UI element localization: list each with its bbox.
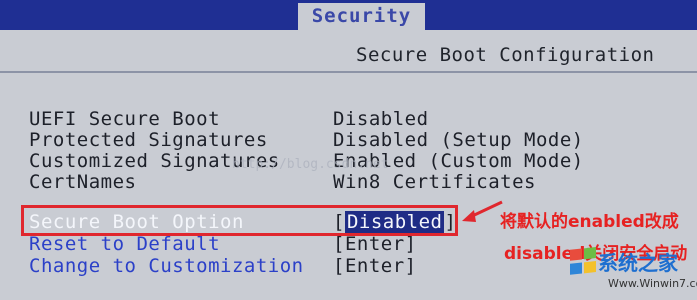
logo-url: Www.Winwin7.com [608, 277, 697, 290]
page-title: Secure Boot Configuration [356, 44, 655, 66]
option-label: Reset to Default [29, 233, 221, 255]
setting-label: UEFI Secure Boot [29, 108, 221, 130]
setting-row-protected-signatures: Protected Signatures Disabled (Setup Mod… [0, 129, 697, 151]
setting-label: CertNames [29, 171, 137, 193]
option-label: Change to Customization [29, 255, 304, 277]
setting-row-certnames: CertNames Win8 Certificates [0, 171, 697, 193]
option-value: [Enter] [333, 255, 417, 277]
setting-value: Disabled [333, 108, 429, 130]
annotation-line-1: 将默认的enabled改成 [500, 212, 679, 232]
option-value: [Enter] [333, 233, 417, 255]
menu-bar: Security [0, 0, 697, 30]
setting-row-uefi-secure-boot: UEFI Secure Boot Disabled [0, 108, 697, 130]
setting-label: Protected Signatures [29, 129, 268, 151]
tab-security[interactable]: Security [298, 3, 425, 30]
divider [0, 71, 697, 73]
windows-flag-icon [570, 247, 596, 275]
setting-value: Disabled (Setup Mode) [333, 129, 584, 151]
site-logo: 系统之家 Www.Winwin7.com [566, 245, 697, 300]
setting-value: Win8 Certificates [333, 171, 536, 193]
logo-brand: 系统之家 [598, 251, 678, 275]
highlight-box [21, 205, 458, 236]
watermark-url: http://blog.csdn.net [232, 157, 389, 172]
